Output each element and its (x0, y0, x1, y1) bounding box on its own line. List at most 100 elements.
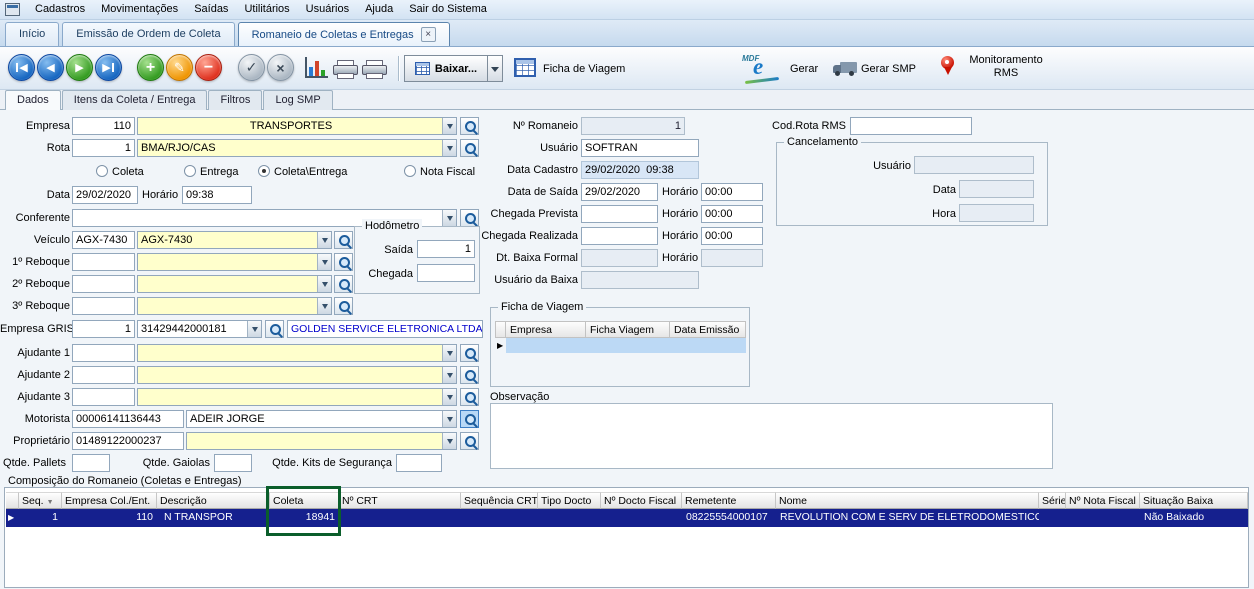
cancel-button[interactable]: × (267, 54, 294, 81)
grid-header-seq[interactable]: Seq.▼ (19, 492, 62, 509)
data-saida-input[interactable]: 29/02/2020 (581, 183, 658, 201)
ficha-grid-header-empresa[interactable]: Empresa (506, 321, 586, 338)
empresa-code-input[interactable]: 110 (72, 117, 135, 135)
reboque2-code-input[interactable] (72, 275, 135, 293)
data-input[interactable]: 29/02/2020 (72, 186, 138, 204)
reboque3-combo[interactable] (137, 297, 332, 315)
ajudante1-code-input[interactable] (72, 344, 135, 362)
grid-header-situacao-baixa[interactable]: Situação Baixa (1140, 492, 1248, 509)
chegada-realizada-horario-input[interactable]: 00:00 (701, 227, 763, 245)
reboque3-code-input[interactable] (72, 297, 135, 315)
ficha-grid-selected-row[interactable] (506, 338, 746, 353)
edit-button[interactable]: ✎ (166, 54, 193, 81)
usuario-field[interactable]: SOFTRAN (581, 139, 699, 157)
reboque3-dropdown-icon[interactable] (317, 298, 331, 314)
print-button[interactable] (333, 60, 359, 80)
veiculo-combo[interactable]: AGX-7430 (137, 231, 332, 249)
motorista-search-button[interactable] (460, 410, 479, 428)
veiculo-dropdown-icon[interactable] (317, 232, 331, 248)
empresa-dropdown-icon[interactable] (442, 118, 456, 134)
tab-itens-da-coleta-entrega[interactable]: Itens da Coleta / Entrega (62, 90, 208, 110)
radio-nota-fiscal[interactable] (404, 165, 416, 177)
grid-header-n-nota-fiscal[interactable]: Nº Nota Fiscal (1066, 492, 1140, 509)
baixar-button[interactable]: Baixar... (404, 55, 488, 82)
radio-coleta[interactable] (96, 165, 108, 177)
reboque1-combo[interactable] (137, 253, 332, 271)
menu-item-usuarios[interactable]: Usuários (298, 0, 357, 20)
ajudante2-dropdown-icon[interactable] (442, 367, 456, 383)
menu-item-ajuda[interactable]: Ajuda (357, 0, 401, 20)
delete-button[interactable]: − (195, 54, 222, 81)
reboque2-combo[interactable] (137, 275, 332, 293)
reboque2-search-button[interactable] (334, 275, 353, 293)
ajudante2-search-button[interactable] (460, 366, 479, 384)
reboque1-search-button[interactable] (334, 253, 353, 271)
grid-header-n-crt[interactable]: Nº CRT (339, 492, 461, 509)
proprietario-dropdown-icon[interactable] (442, 433, 456, 449)
insert-button[interactable]: + (137, 54, 164, 81)
grid-selected-row[interactable]: ▶ 1 110 N TRANSPOR 18941 08225554000107 … (6, 509, 1248, 527)
menu-item-cadastros[interactable]: Cadastros (27, 0, 93, 20)
ficha-de-viagem-button[interactable]: Ficha de Viagem (543, 63, 625, 75)
grid-header-sequencia-crt[interactable]: Sequência CRT (461, 492, 538, 509)
reboque1-dropdown-icon[interactable] (317, 254, 331, 270)
empresa-gris-dropdown-icon[interactable] (247, 321, 261, 337)
ajudante2-code-input[interactable] (72, 366, 135, 384)
data-saida-horario-input[interactable]: 00:00 (701, 183, 763, 201)
ajudante1-combo[interactable] (137, 344, 457, 362)
cod-rota-rms-input[interactable] (850, 117, 972, 135)
ajudante3-code-input[interactable] (72, 388, 135, 406)
grid-header-remetente[interactable]: Remetente (682, 492, 776, 509)
ficha-grid-header-ficha-viagem[interactable]: Ficha Viagem (586, 321, 670, 338)
qtde-gaiolas-input[interactable] (214, 454, 252, 472)
menu-item-saidas[interactable]: Saídas (186, 0, 236, 20)
chegada-realizada-input[interactable] (581, 227, 658, 245)
grid-header-serie[interactable]: Série (1039, 492, 1066, 509)
gerar-button[interactable]: Gerar (790, 63, 818, 75)
motorista-code-input[interactable]: 00006141136443 (72, 410, 184, 428)
chegada-prevista-input[interactable] (581, 205, 658, 223)
proprietario-search-button[interactable] (460, 432, 479, 450)
rota-dropdown-icon[interactable] (442, 140, 456, 156)
ajudante3-search-button[interactable] (460, 388, 479, 406)
qtde-kits-input[interactable] (396, 454, 442, 472)
empresa-gris-code-input[interactable]: 1 (72, 320, 135, 338)
proprietario-combo[interactable] (186, 432, 457, 450)
radio-entrega[interactable] (184, 165, 196, 177)
print-preview-button[interactable] (362, 60, 388, 80)
motorista-dropdown-icon[interactable] (442, 411, 456, 427)
menu-item-sair-do-sistema[interactable]: Sair do Sistema (401, 0, 495, 20)
gerar-smp-button[interactable]: Gerar SMP (861, 63, 916, 75)
tab-emissao-de-ordem-de-coleta[interactable]: Emissão de Ordem de Coleta (62, 22, 234, 46)
filter-icon[interactable]: ▼ (47, 499, 54, 506)
grid-header-tipo-docto[interactable]: Tipo Docto (538, 492, 601, 509)
nav-first-button[interactable]: ◀ (8, 54, 35, 81)
tab-dados[interactable]: Dados (5, 90, 61, 110)
reboque1-code-input[interactable] (72, 253, 135, 271)
rota-search-button[interactable] (460, 139, 479, 157)
ajudante1-dropdown-icon[interactable] (442, 345, 456, 361)
observacao-textarea[interactable] (490, 403, 1053, 469)
monitoramento-rms-button[interactable]: Monitoramento RMS (960, 54, 1052, 80)
empresa-combo[interactable]: TRANSPORTES (137, 117, 457, 135)
grid-header-descricao[interactable]: Descrição (157, 492, 270, 509)
motorista-combo[interactable]: ADEIR JORGE (186, 410, 457, 428)
conferente-search-button[interactable] (460, 209, 479, 227)
empresa-gris-combo[interactable]: 31429442000181 (137, 320, 262, 338)
grid-header-coleta[interactable]: Coleta (270, 492, 339, 509)
ajudante3-dropdown-icon[interactable] (442, 389, 456, 405)
tab-inicio[interactable]: Início (5, 22, 59, 46)
ficha-grid-header-data-emissao[interactable]: Data Emissão (670, 321, 746, 338)
rota-code-input[interactable]: 1 (72, 139, 135, 157)
rota-combo[interactable]: BMA/RJO/CAS (137, 139, 457, 157)
menu-item-movimentacoes[interactable]: Movimentações (93, 0, 186, 20)
ficha-de-viagem-icon[interactable] (514, 58, 536, 77)
veiculo-code-input[interactable]: AGX-7430 (72, 231, 135, 249)
ajudante1-search-button[interactable] (460, 344, 479, 362)
nav-prior-button[interactable]: ◀ (37, 54, 64, 81)
conferente-dropdown-icon[interactable] (442, 210, 456, 226)
smp-truck-icon[interactable] (833, 62, 857, 76)
grid-header-n-docto-fiscal[interactable]: Nº Docto Fiscal (601, 492, 682, 509)
tab-filtros[interactable]: Filtros (208, 90, 262, 110)
chart-icon[interactable] (305, 57, 328, 78)
